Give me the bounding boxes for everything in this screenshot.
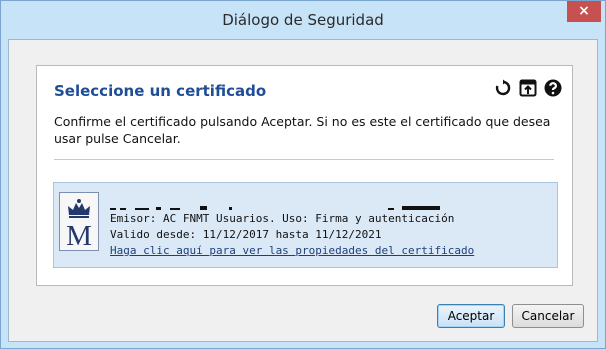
certificate-panel: Seleccione un certificado Confirme el ce… [36,65,573,286]
panel-toolbar [493,78,562,97]
refresh-icon[interactable] [493,78,512,97]
accept-button[interactable]: Aceptar [437,304,505,328]
logo-letter: M [66,220,92,250]
cancel-button[interactable]: Cancelar [512,304,584,328]
divider [54,159,554,160]
close-button[interactable]: × [567,1,601,22]
help-icon[interactable] [543,78,562,97]
dialog-client-area: Seleccione un certificado Confirme el ce… [8,39,598,342]
window-title: Diálogo de Seguridad [222,11,384,29]
certificate-issuer: Emisor: AC FNMT Usuarios. Uso: Firma y a… [110,212,455,225]
security-dialog-window: Diálogo de Seguridad × Seleccione un cer… [0,0,606,349]
open-window-icon[interactable] [518,78,537,97]
certificate-item[interactable]: M Emisor: AC FNMT Usuarios. Uso: Firma y… [53,182,558,268]
fnmt-crown-logo-icon: M [59,192,99,252]
certificate-properties-link[interactable]: Haga clic aquí para ver las propiedades … [110,244,474,257]
instructions-text: Confirme el certificado pulsando Aceptar… [54,114,551,146]
panel-heading: Seleccione un certificado [54,82,267,100]
certificate-holder-name-redacted [110,197,440,210]
certificate-validity: Valido desde: 11/12/2017 hasta 11/12/202… [110,228,382,241]
title-bar[interactable]: Diálogo de Seguridad × [1,1,605,39]
